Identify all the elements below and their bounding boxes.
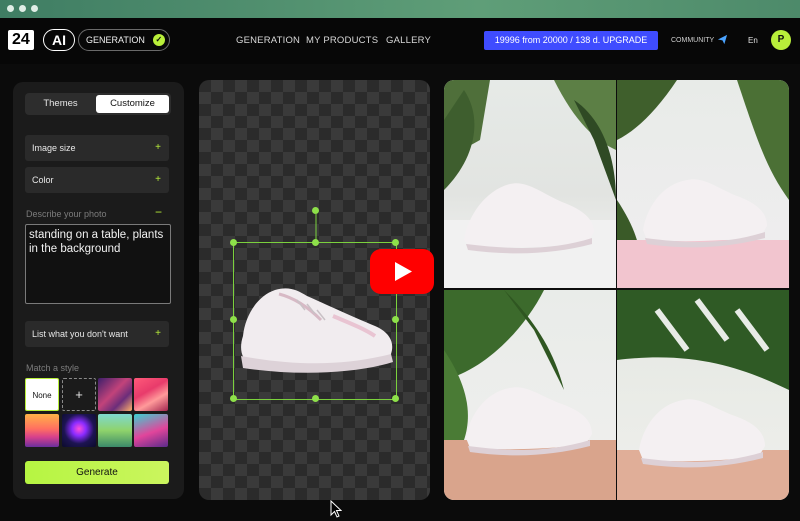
cursor-icon: [330, 500, 342, 518]
resize-handle[interactable]: [312, 395, 319, 402]
logo-24[interactable]: 24: [8, 30, 34, 50]
resize-handle[interactable]: [312, 239, 319, 246]
plus-icon: +: [155, 142, 161, 153]
resize-handle[interactable]: [230, 239, 237, 246]
sidebar-tabs: Themes Customize: [25, 93, 171, 115]
nav-gallery[interactable]: GALLERY: [386, 35, 431, 46]
style-swatch[interactable]: [134, 378, 168, 411]
image-size-row[interactable]: Image size +: [25, 135, 169, 161]
send-icon[interactable]: [717, 34, 728, 45]
mode-label: GENERATION: [86, 35, 145, 45]
nav-generation[interactable]: GENERATION: [236, 35, 300, 46]
style-swatch[interactable]: [62, 414, 96, 447]
describe-label: Describe your photo: [26, 209, 107, 219]
community-link[interactable]: COMMUNITY: [671, 37, 714, 44]
logo-ai[interactable]: AI: [43, 29, 75, 51]
window-dot-icon[interactable]: [31, 5, 38, 12]
youtube-play-icon[interactable]: [370, 249, 434, 294]
style-swatch[interactable]: [25, 414, 59, 447]
style-swatch[interactable]: [98, 378, 132, 411]
resize-handle[interactable]: [392, 395, 399, 402]
style-add[interactable]: +: [62, 378, 96, 411]
generate-button[interactable]: Generate: [25, 461, 169, 484]
color-label: Color: [32, 175, 54, 185]
plus-icon: +: [155, 174, 161, 185]
avatar[interactable]: P: [771, 30, 791, 50]
match-style-label: Match a style: [26, 363, 80, 373]
tab-themes[interactable]: Themes: [27, 95, 94, 113]
customize-sidebar: Themes Customize Image size + Color + De…: [13, 82, 184, 499]
check-icon: ✓: [152, 34, 165, 46]
plus-icon: +: [155, 328, 161, 339]
negative-prompt-label: List what you don't want: [32, 329, 128, 339]
color-row[interactable]: Color +: [25, 167, 169, 193]
window-frame-bar: [0, 0, 800, 18]
resize-handle[interactable]: [392, 239, 399, 246]
style-swatch[interactable]: [98, 414, 132, 447]
describe-photo-input[interactable]: standing on a table, plants in the backg…: [25, 224, 171, 304]
style-swatch[interactable]: [134, 414, 168, 447]
result-image-2[interactable]: [617, 80, 789, 288]
result-image-4[interactable]: [617, 290, 789, 500]
nav-my-products[interactable]: MY PRODUCTS: [306, 35, 378, 46]
top-navigation: 24 AI GENERATION ✓ GENERATION MY PRODUCT…: [0, 18, 800, 64]
image-size-label: Image size: [32, 143, 76, 153]
language-selector[interactable]: En: [748, 36, 758, 45]
window-dot-icon[interactable]: [7, 5, 14, 12]
minus-icon[interactable]: −: [155, 205, 162, 219]
tab-customize[interactable]: Customize: [96, 95, 169, 113]
result-image-1[interactable]: [444, 80, 616, 288]
negative-prompt-row[interactable]: List what you don't want +: [25, 321, 169, 347]
results-grid: [444, 80, 789, 500]
resize-handle[interactable]: [230, 395, 237, 402]
mode-selector[interactable]: GENERATION ✓: [78, 29, 170, 51]
upgrade-button[interactable]: 19996 from 20000 / 138 d. UPGRADE: [484, 31, 658, 50]
result-image-3[interactable]: [444, 290, 616, 500]
window-dot-icon[interactable]: [19, 5, 26, 12]
style-none[interactable]: None: [25, 378, 59, 411]
